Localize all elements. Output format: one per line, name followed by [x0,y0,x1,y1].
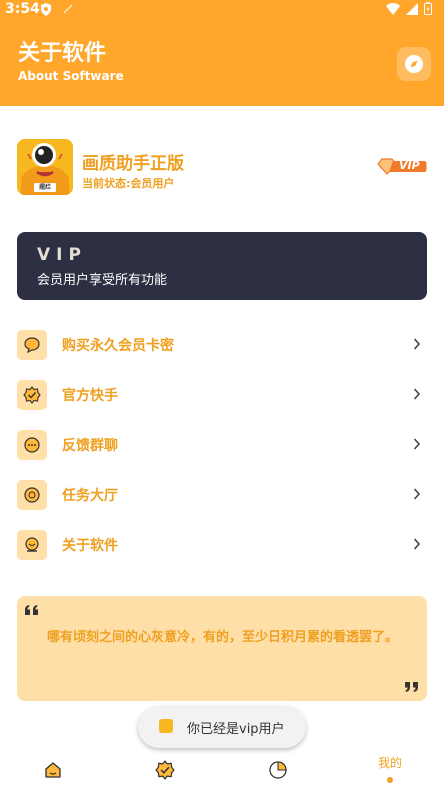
app-header: 3:54 关于软件 About Software [0,0,444,106]
chevron-right-icon [413,488,421,500]
badge-check-icon [17,380,47,410]
status-time: 3:54 [5,1,40,17]
app-mini-icon [159,719,173,733]
page-subtitle: About Software [18,69,124,83]
wifi-icon [386,2,400,15]
vip-card: VIP 会员用户享受所有功能 [17,232,427,300]
menu-item-label: 购买永久会员卡密 [62,338,174,354]
status-bar: 3:54 [0,0,444,20]
menu-item-about-software[interactable]: 关于软件 [17,520,427,570]
chat-dots-icon [17,430,47,460]
badge-check-icon [155,760,175,780]
pie-chart-icon [269,761,287,779]
slash-icon [63,4,73,14]
signal-icon [406,2,418,15]
quote-card: 哪有顷刻之间的心灰意冷，有的，至少日积月累的看透罢了。 [17,596,427,701]
battery-icon [424,2,432,15]
nav-item-mine[interactable]: 我的 [365,748,415,793]
menu-item-label: 反馈群聊 [62,438,118,454]
status-right-icons [386,2,432,15]
app-logo-text: 摆烂 [38,184,51,191]
menu-item-buy-membership[interactable]: 购买永久会员卡密 [17,320,427,370]
vip-badge: VIP [377,156,427,176]
circle-icon [17,480,47,510]
vip-card-description: 会员用户享受所有功能 [37,273,168,288]
app-logo: 摆烂 [17,139,73,195]
chevron-right-icon [413,338,421,350]
home-icon [45,762,61,778]
chevron-right-icon [413,388,421,400]
chevron-right-icon [413,438,421,450]
membership-status: 当前状态:会员用户 [82,177,175,190]
vip-card-title: VIP [37,245,87,265]
nav-item-label: 我的 [377,756,402,770]
close-quote-icon [405,682,418,692]
menu-item-label: 关于软件 [62,538,118,554]
menu-item-task-hall[interactable]: 任务大厅 [17,470,427,520]
vip-badge-text: VIP [399,159,420,172]
active-indicator [387,777,393,783]
quote-text: 哪有顷刻之间的心灰意冷，有的，至少日积月累的看透罢了。 [47,630,399,645]
compass-icon [405,55,423,73]
menu-item-feedback-group[interactable]: 反馈群聊 [17,420,427,470]
menu-item-official-kuaishou[interactable]: 官方快手 [17,370,427,420]
bottom-nav: 我的 [0,748,444,793]
menu-item-label: 任务大厅 [62,488,118,504]
nav-item-discover[interactable] [140,748,190,793]
nav-item-home[interactable] [28,748,78,793]
toast-text: 你已经是vip用户 [187,722,285,737]
menu-item-label: 官方快手 [62,388,118,404]
page-title: 关于软件 [18,41,107,66]
status-left-icons [40,3,74,16]
app-info-card: 摆烂 画质助手正版 当前状态:会员用户 VIP [17,139,427,195]
app-name: 画质助手正版 [82,154,184,174]
settings-menu: 购买永久会员卡密 官方快手 反馈群聊 任务大厅 关于软件 [17,320,427,570]
compass-button[interactable] [397,47,431,81]
open-quote-icon [25,605,38,615]
toast-message: 你已经是vip用户 [138,706,306,748]
shield-icon [41,3,51,16]
nav-item-stats[interactable] [253,748,303,793]
chat-bubble-icon [17,330,47,360]
bell-icon [17,530,47,560]
chevron-right-icon [413,538,421,550]
